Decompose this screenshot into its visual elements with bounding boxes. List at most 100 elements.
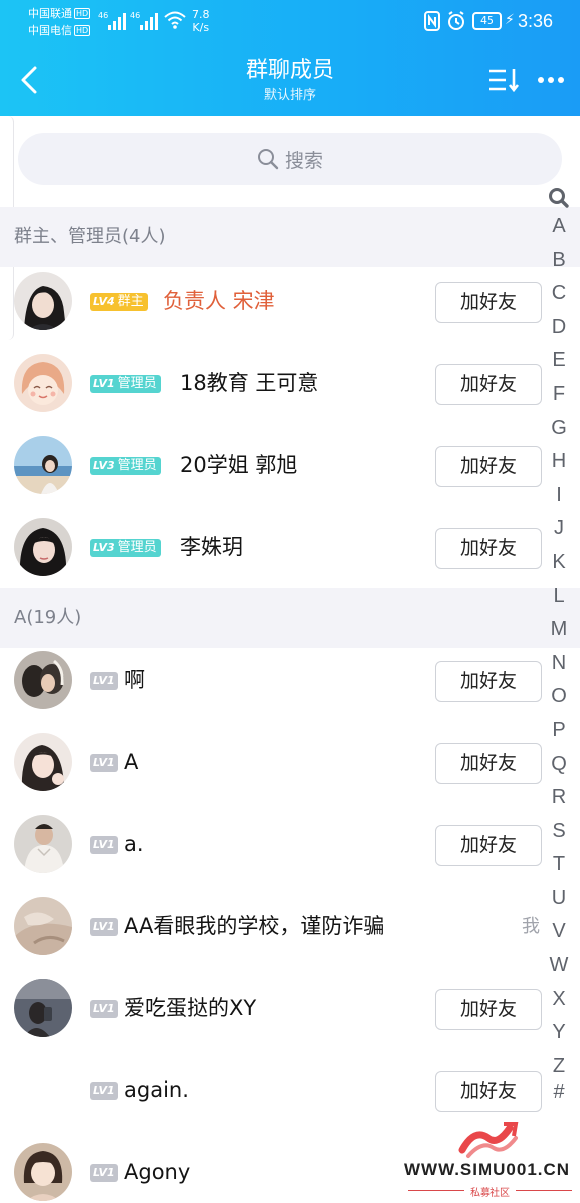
network-type-label: 46	[98, 11, 109, 20]
member-row[interactable]: LV3 管理员 20学姐 郭旭 加好友	[0, 426, 545, 508]
add-friend-button[interactable]: 加好友	[435, 528, 542, 569]
add-friend-button[interactable]: 加好友	[435, 446, 542, 487]
member-name: 爱吃蛋挞的XY	[124, 996, 257, 1020]
index-letter-q[interactable]: Q	[544, 748, 574, 782]
index-letter-a[interactable]: A	[544, 210, 574, 244]
alarm-icon	[448, 11, 464, 30]
index-letter-l[interactable]: L	[544, 580, 574, 614]
status-bar: 中国联通 HD 中国电信 HD 46 46 7.8 K/s 45 ⚡ 3:36	[0, 0, 580, 40]
index-letter-t[interactable]: T	[544, 848, 574, 882]
battery-indicator: 45	[472, 12, 502, 30]
level-role-badge: LV3 管理员	[90, 539, 161, 557]
sort-icon[interactable]	[486, 64, 522, 96]
avatar	[14, 979, 72, 1037]
index-letter-e[interactable]: E	[544, 344, 574, 378]
avatar	[14, 733, 72, 791]
member-name: 负责人 宋津	[163, 289, 275, 313]
index-letter-z[interactable]: Z	[544, 1050, 574, 1084]
avatar	[14, 897, 72, 955]
member-row[interactable]: LV1 a. 加好友	[0, 805, 545, 887]
search-icon	[257, 149, 279, 170]
index-letter-u[interactable]: U	[544, 882, 574, 916]
member-name: again.	[124, 1078, 189, 1102]
carrier-1: 中国联通 HD	[28, 7, 91, 20]
member-name: 18教育 王可意	[180, 371, 319, 395]
add-friend-button[interactable]: 加好友	[435, 989, 542, 1030]
signal-icon-2	[140, 12, 158, 30]
section-header-a: A(19人)	[0, 588, 580, 648]
index-letter-k[interactable]: K	[544, 546, 574, 580]
index-letter-d[interactable]: D	[544, 311, 574, 345]
watermark-rule-right	[516, 1190, 572, 1191]
index-letter-o[interactable]: O	[544, 680, 574, 714]
navigation-bar: 群聊成员 默认排序	[0, 50, 580, 110]
member-name: 李姝玥	[180, 535, 243, 559]
more-options-icon[interactable]	[534, 64, 568, 96]
charging-icon: ⚡	[505, 12, 515, 28]
alphabet-index[interactable]: A B C D E F G H I J K L M N O P Q R S T …	[544, 186, 574, 1101]
member-name: Agony	[124, 1160, 191, 1184]
member-row[interactable]: LV1 A 加好友	[0, 723, 545, 805]
watermark-subtext: 私募社区	[470, 1188, 510, 1199]
add-friend-button[interactable]: 加好友	[435, 825, 542, 866]
level-badge: LV1	[90, 1000, 118, 1018]
member-row[interactable]: LV1 爱吃蛋挞的XY 加好友	[0, 969, 545, 1051]
search-placeholder: 搜索	[284, 149, 323, 172]
index-letter-r[interactable]: R	[544, 781, 574, 815]
avatar	[14, 436, 72, 494]
index-letter-f[interactable]: F	[544, 378, 574, 412]
index-letter-hash[interactable]: #	[544, 1083, 574, 1101]
member-row-self[interactable]: LV1 AA看眼我的学校，谨防诈骗 我	[0, 887, 545, 969]
level-badge: LV1	[90, 1164, 118, 1182]
index-letter-m[interactable]: M	[544, 613, 574, 647]
level-badge: LV1	[90, 754, 118, 772]
level-role-badge: LV3 管理员	[90, 457, 161, 475]
avatar	[14, 815, 72, 873]
member-name: a.	[124, 832, 144, 856]
member-row[interactable]: LV1 啊 加好友	[0, 641, 545, 723]
network-speed: 7.8 K/s	[192, 8, 210, 34]
index-letter-b[interactable]: B	[544, 244, 574, 278]
member-row[interactable]: LV3 管理员 李姝玥 加好友	[0, 508, 545, 590]
carrier-2: 中国电信 HD	[28, 24, 91, 37]
member-name: AA看眼我的学校，谨防诈骗	[124, 914, 385, 938]
search-bar[interactable]: 搜索	[18, 133, 562, 185]
index-letter-w[interactable]: W	[544, 949, 574, 983]
index-letter-x[interactable]: X	[544, 983, 574, 1017]
member-row[interactable]: LV4 群主 负责人 宋津 加好友	[0, 262, 545, 344]
level-badge: LV1	[90, 672, 118, 690]
self-indicator: 我	[522, 916, 540, 937]
level-role-badge: LV1 管理员	[90, 375, 161, 393]
index-letter-s[interactable]: S	[544, 815, 574, 849]
add-friend-button[interactable]: 加好友	[435, 661, 542, 702]
clock: 3:36	[518, 11, 554, 31]
add-friend-button[interactable]: 加好友	[435, 364, 542, 405]
watermark-text: WWW.SIMU001.CN	[404, 1160, 571, 1179]
index-letter-h[interactable]: H	[544, 445, 574, 479]
add-friend-button[interactable]: 加好友	[435, 1071, 542, 1112]
index-letter-v[interactable]: V	[544, 915, 574, 949]
index-letter-n[interactable]: N	[544, 647, 574, 681]
index-search-icon[interactable]	[548, 186, 570, 210]
level-badge: LV1	[90, 918, 118, 936]
member-name: 20学姐 郭旭	[180, 453, 298, 477]
index-letter-j[interactable]: J	[544, 512, 574, 546]
add-friend-button[interactable]: 加好友	[435, 743, 542, 784]
index-letter-i[interactable]: I	[544, 479, 574, 513]
member-row[interactable]: LV1 管理员 18教育 王可意 加好友	[0, 344, 545, 426]
index-letter-g[interactable]: G	[544, 412, 574, 446]
add-friend-button[interactable]: 加好友	[435, 282, 542, 323]
avatar	[14, 272, 72, 330]
avatar	[14, 651, 72, 709]
watermark: WWW.SIMU001.CN 私募社区	[400, 1120, 580, 1203]
index-letter-c[interactable]: C	[544, 277, 574, 311]
avatar	[14, 1143, 72, 1201]
level-role-badge: LV4 群主	[90, 293, 148, 311]
avatar	[14, 518, 72, 576]
index-letter-y[interactable]: Y	[544, 1016, 574, 1050]
signal-icon	[108, 12, 126, 30]
avatar	[14, 1061, 72, 1119]
level-badge: LV1	[90, 1082, 118, 1100]
index-letter-p[interactable]: P	[544, 714, 574, 748]
watermark-logo-icon	[458, 1122, 519, 1158]
